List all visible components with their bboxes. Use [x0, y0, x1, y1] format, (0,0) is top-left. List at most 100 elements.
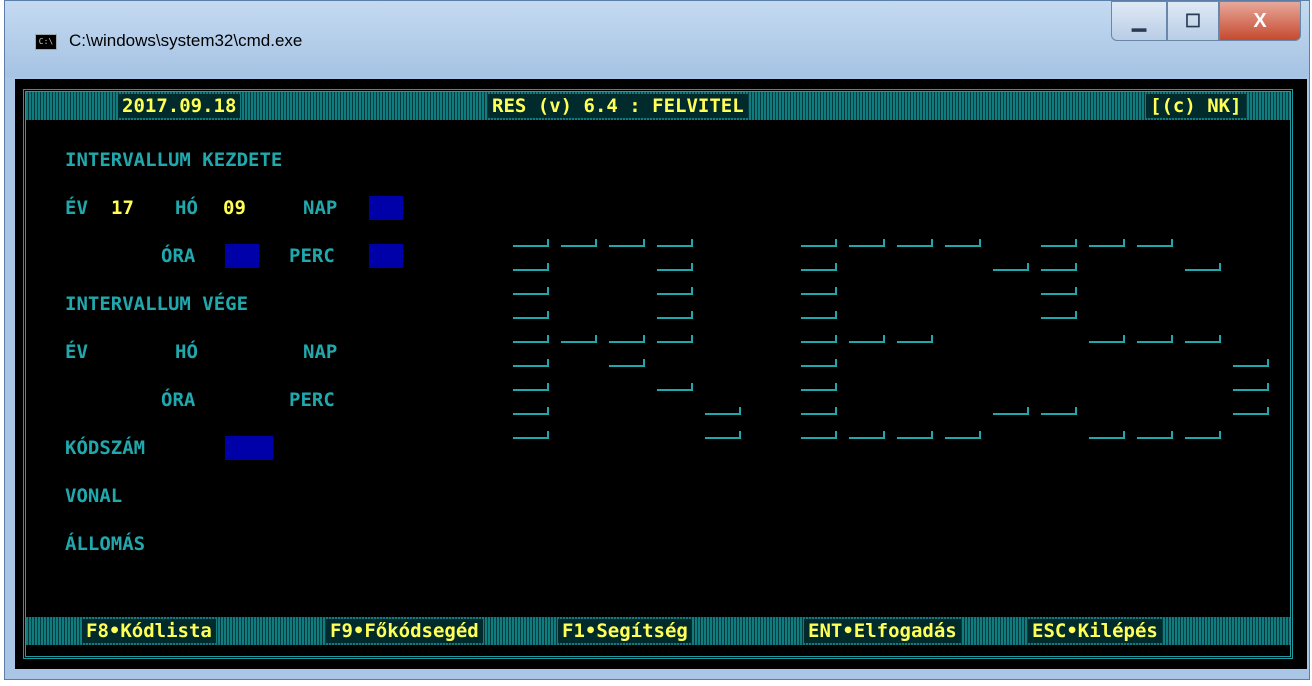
logo-segment — [849, 335, 885, 343]
start-heading: INTERVALLUM KEZDETE — [65, 149, 283, 171]
header-bar: 2017.09.18 RES (v) 6.4 : FELVITEL [(c) N… — [26, 92, 1290, 120]
logo-segment — [1233, 359, 1269, 367]
maximize-icon: ☐ — [1184, 10, 1202, 31]
logo-segment — [513, 311, 549, 319]
logo-segment — [849, 431, 885, 439]
logo-segment — [897, 431, 933, 439]
logo-segment — [801, 263, 837, 271]
header-app-title: RES (v) 6.4 : FELVITEL — [488, 94, 748, 118]
ora-label: ÓRA — [161, 245, 196, 267]
logo-segment — [513, 263, 549, 271]
logo-segment — [1185, 263, 1221, 271]
logo-segment — [897, 335, 933, 343]
logo-segment — [561, 335, 597, 343]
footer-key-esc[interactable]: ESC•Kilépés — [1028, 619, 1162, 643]
console-area[interactable]: 2017.09.18 RES (v) 6.4 : FELVITEL [(c) N… — [15, 79, 1307, 669]
perc-label: PERC — [289, 245, 335, 267]
logo-segment — [1089, 431, 1125, 439]
nap-label: NAP — [303, 197, 338, 219]
logo-segment — [609, 239, 645, 247]
window-title: C:\windows\system32\cmd.exe — [69, 31, 303, 50]
close-icon: X — [1253, 9, 1267, 32]
logo-segment — [801, 311, 837, 319]
logo-segment — [897, 239, 933, 247]
logo-segment — [993, 263, 1029, 271]
logo-segment — [513, 431, 549, 439]
logo-segment — [801, 431, 837, 439]
logo-segment — [513, 359, 549, 367]
logo-segment — [705, 407, 741, 415]
logo-segment — [1041, 287, 1077, 295]
nap-input[interactable] — [369, 196, 403, 220]
end-heading: INTERVALLUM VÉGE — [65, 293, 249, 315]
logo-segment — [1041, 263, 1077, 271]
logo-segment — [945, 431, 981, 439]
logo-segment — [561, 239, 597, 247]
ev-label: ÉV — [65, 197, 88, 219]
logo-segment — [609, 359, 645, 367]
cmd-window: C:\ C:\windows\system32\cmd.exe ▁ ☐ X 20… — [4, 0, 1310, 680]
kodszam-label: KÓDSZÁM — [65, 437, 146, 459]
logo-segment — [801, 335, 837, 343]
footer-key-f1[interactable]: F1•Segítség — [558, 619, 692, 643]
logo-segment — [1185, 431, 1221, 439]
footer-key-ent[interactable]: ENT•Elfogadás — [804, 619, 961, 643]
logo-segment — [1137, 335, 1173, 343]
kodszam-input[interactable] — [225, 436, 273, 460]
end-ho-label: HÓ — [175, 341, 198, 363]
logo-segment — [705, 431, 741, 439]
logo-segment — [1089, 239, 1125, 247]
minimize-icon: ▁ — [1132, 10, 1146, 31]
logo-segment — [657, 263, 693, 271]
header-copyright: [(c) NK] — [1146, 94, 1246, 118]
footer-key-f8[interactable]: F8•Kódlista — [82, 619, 216, 643]
logo-segment — [801, 239, 837, 247]
logo-segment — [1137, 239, 1173, 247]
ho-label: HÓ — [175, 197, 198, 219]
logo-segment — [1185, 335, 1221, 343]
logo-segment — [657, 335, 693, 343]
logo-segment — [1137, 431, 1173, 439]
logo-segment — [1041, 311, 1077, 319]
logo-segment — [513, 239, 549, 247]
logo-segment — [1089, 335, 1125, 343]
footer-bar: F8•Kódlista F9•Főkódsegéd F1•Segítség EN… — [26, 617, 1290, 645]
logo-segment — [1041, 239, 1077, 247]
header-date: 2017.09.18 — [118, 94, 241, 118]
logo-segment — [609, 335, 645, 343]
end-ev-label: ÉV — [65, 341, 88, 363]
logo-segment — [801, 287, 837, 295]
logo-segment — [849, 239, 885, 247]
logo-segment — [513, 335, 549, 343]
logo-segment — [657, 383, 693, 391]
minimize-button[interactable]: ▁ — [1111, 1, 1167, 41]
end-perc-label: PERC — [289, 389, 335, 411]
end-ora-label: ÓRA — [161, 389, 196, 411]
ora-input[interactable] — [225, 244, 259, 268]
logo-segment — [801, 407, 837, 415]
logo-segment — [513, 383, 549, 391]
logo-segment — [657, 239, 693, 247]
vonal-label: VONAL — [65, 485, 123, 507]
allomas-label: ÁLLOMÁS — [65, 533, 146, 555]
logo-segment — [993, 407, 1029, 415]
logo-segment — [945, 239, 981, 247]
double-border-frame — [23, 89, 1293, 659]
logo-segment — [1233, 383, 1269, 391]
logo-segment — [801, 359, 837, 367]
ev-value[interactable]: 17 — [111, 196, 134, 220]
perc-input[interactable] — [369, 244, 403, 268]
end-nap-label: NAP — [303, 341, 338, 363]
logo-segment — [657, 287, 693, 295]
logo-segment — [657, 311, 693, 319]
close-button[interactable]: X — [1219, 1, 1301, 41]
console-app-icon: C:\ — [35, 34, 57, 50]
logo-segment — [513, 287, 549, 295]
logo-segment — [1233, 407, 1269, 415]
logo-segment — [513, 407, 549, 415]
footer-key-f9[interactable]: F9•Főkódsegéd — [326, 619, 483, 643]
logo-segment — [1041, 407, 1077, 415]
logo-segment — [801, 383, 837, 391]
maximize-button[interactable]: ☐ — [1167, 1, 1219, 41]
ho-value[interactable]: 09 — [223, 196, 246, 220]
